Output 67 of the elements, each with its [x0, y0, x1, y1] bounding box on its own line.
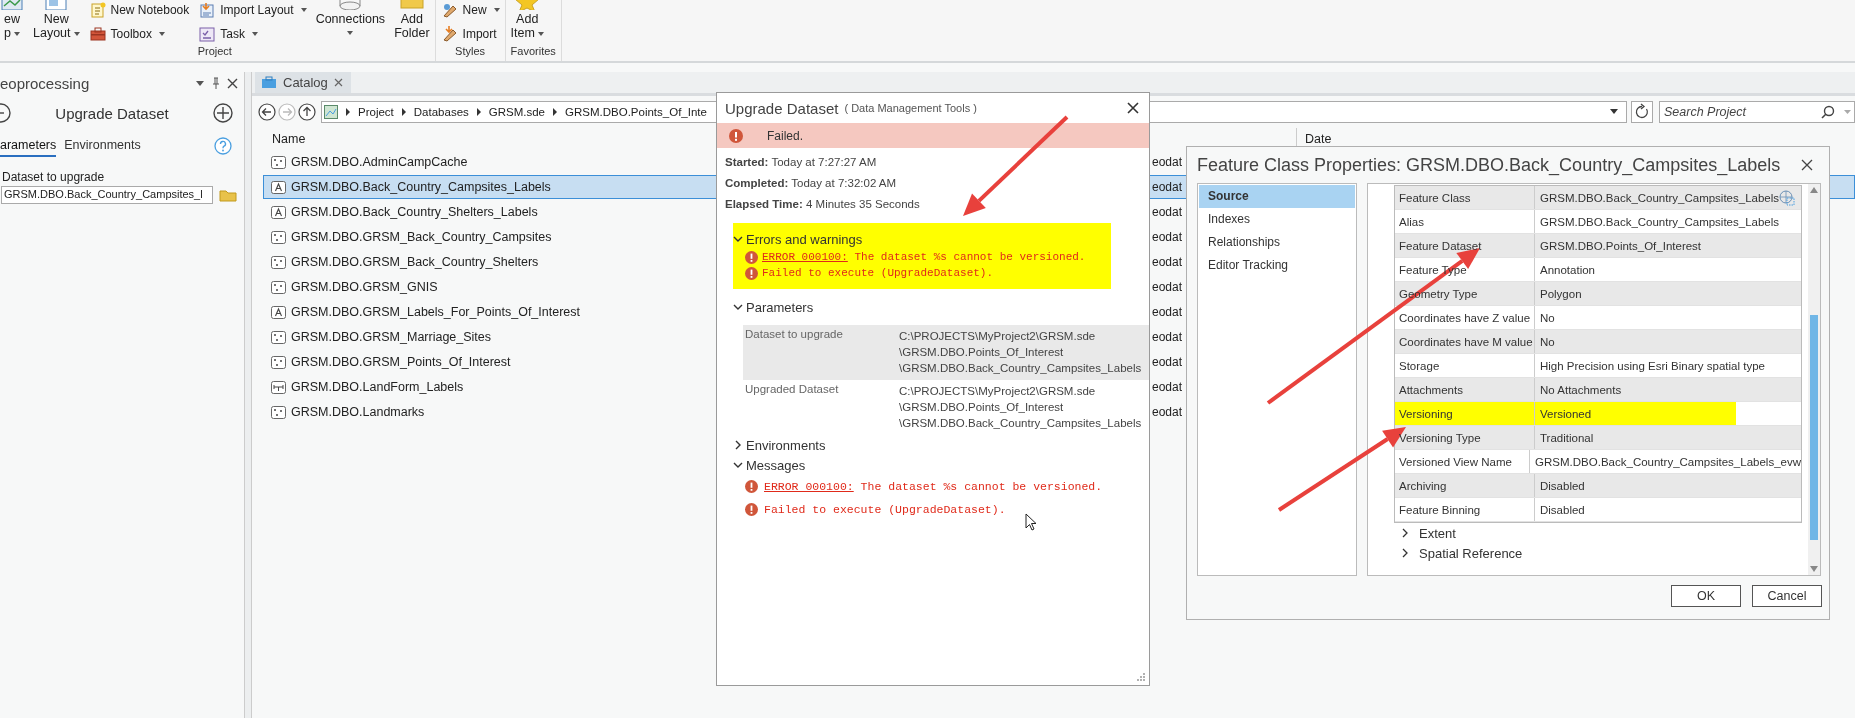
item-name: GRSM.DBO.Back_Country_Campsites_Labels — [291, 180, 551, 194]
item-name: GRSM.DBO.GRSM_Points_Of_Interest — [291, 355, 511, 369]
property-name: Archiving — [1395, 474, 1535, 497]
run-detail: Started: Today at 7:27:27 AM — [725, 156, 878, 170]
table-cell: eodat — [1152, 330, 1183, 344]
table-cell: eodat — [1152, 355, 1183, 369]
error-message: Failed to execute (UpgradeDataset). — [762, 267, 994, 279]
property-name: Coordinates have Z value — [1395, 306, 1535, 329]
property-name: Feature Binning — [1395, 498, 1535, 521]
pane-title: eoprocessing — [0, 74, 90, 92]
error-message: Failed to execute (UpgradeDataset). — [764, 503, 1006, 516]
table-cell: eodat — [1152, 305, 1183, 319]
table-cell: eodat — [1152, 180, 1183, 194]
property-value: Versioned — [1535, 402, 1736, 425]
ribbon-group-label: Project — [196, 45, 233, 59]
property-value: No Attachments — [1539, 383, 1622, 398]
property-name: Alias — [1395, 210, 1535, 233]
dialog-subtitle: ( Data Management Tools ) — [844, 102, 977, 114]
table-cell: eodat — [1152, 280, 1183, 294]
ribbon-group-label: Styles — [454, 45, 487, 59]
item-name: GRSM.DBO.AdminCampCache — [291, 155, 468, 169]
property-value: Disabled — [1539, 479, 1585, 494]
table-cell: eodat — [1152, 155, 1183, 169]
table-cell: eodat — [1152, 205, 1183, 219]
property-value: Polygon — [1539, 287, 1582, 302]
dialog-title: Feature Class Properties: GRSM.DBO.Back_Country_Campsites_Labels — [1197, 154, 1781, 176]
table-cell: eodat — [1152, 255, 1183, 269]
parameter-name: Dataset to upgrade — [745, 328, 844, 342]
property-value: No — [1539, 335, 1555, 350]
property-name: Versioning — [1395, 402, 1535, 425]
property-value: GRSM.DBO.Back_Country_Campsites_Labels — [1539, 191, 1780, 206]
item-name: GRSM.DBO.GRSM_Marriage_Sites — [291, 330, 492, 344]
table-cell: eodat — [1152, 380, 1183, 394]
status-text: Failed. — [767, 128, 804, 143]
error-message: ERROR 000100: The dataset %s cannot be versioned. — [764, 480, 1103, 493]
table-cell: eodat — [1152, 405, 1183, 419]
item-name: GRSM.DBO.GRSM_Labels_For_Points_Of_Interest — [291, 305, 580, 319]
property-value: Disabled — [1539, 503, 1585, 518]
parameter-label: Dataset to upgrade — [2, 170, 106, 184]
item-name: GRSM.DBO.GRSM_Back_Country_Campsites — [291, 230, 552, 244]
property-value: High Precision using Esri Binary spatial type — [1539, 359, 1765, 374]
item-name: GRSM.DBO.GRSM_Back_Country_Shelters — [291, 255, 539, 269]
item-name: GRSM.DBO.LandForm_Labels — [291, 380, 464, 394]
ribbon-group-label: Favorites — [510, 45, 556, 59]
item-name: GRSM.DBO.GRSM_GNIS — [291, 280, 438, 294]
item-name: GRSM.DBO.Landmarks — [291, 405, 425, 419]
property-value: GRSM.DBO.Back_Country_Campsites_Labels_evw — [1534, 455, 1801, 470]
property-name: Coordinates have M value — [1395, 330, 1535, 353]
property-value: GRSM.DBO.Back_Country_Campsites_Labels — [1539, 215, 1780, 230]
property-value: Annotation — [1539, 263, 1595, 278]
parameter-name: Upgraded Dataset — [745, 383, 840, 397]
run-detail: Elapsed Time: 4 Minutes 35 Seconds — [725, 198, 921, 212]
item-name: GRSM.DBO.Back_Country_Shelters_Labels — [291, 205, 538, 219]
table-cell: eodat — [1152, 230, 1183, 244]
property-name: Attachments — [1395, 378, 1535, 401]
property-name: Versioned View Name — [1395, 450, 1531, 473]
property-name: Storage — [1395, 354, 1535, 377]
property-name: Feature Class — [1395, 186, 1535, 209]
error-message: ERROR 000100: The dataset %s cannot be versioned. — [762, 251, 1086, 263]
tool-title: Upgrade Dataset — [54, 104, 170, 122]
dialog-title: Upgrade Dataset — [725, 99, 839, 117]
run-detail: Completed: Today at 7:32:02 AM — [725, 177, 898, 191]
parameter-value: C:\PROJECTS\MyProject2\GRSM.sde \GRSM.DBO.Points_Of_Interest \GRSM.DBO.Back_Country_Campsites_Labels — [899, 329, 1142, 376]
property-value: GRSM.DBO.Points_Of_Interest — [1539, 239, 1702, 254]
property-value: Traditional — [1539, 431, 1594, 446]
parameter-value: C:\PROJECTS\MyProject2\GRSM.sde \GRSM.DBO.Points_Of_Interest \GRSM.DBO.Back_Country_Campsites_Labels — [899, 384, 1142, 431]
property-value: No — [1539, 311, 1555, 326]
